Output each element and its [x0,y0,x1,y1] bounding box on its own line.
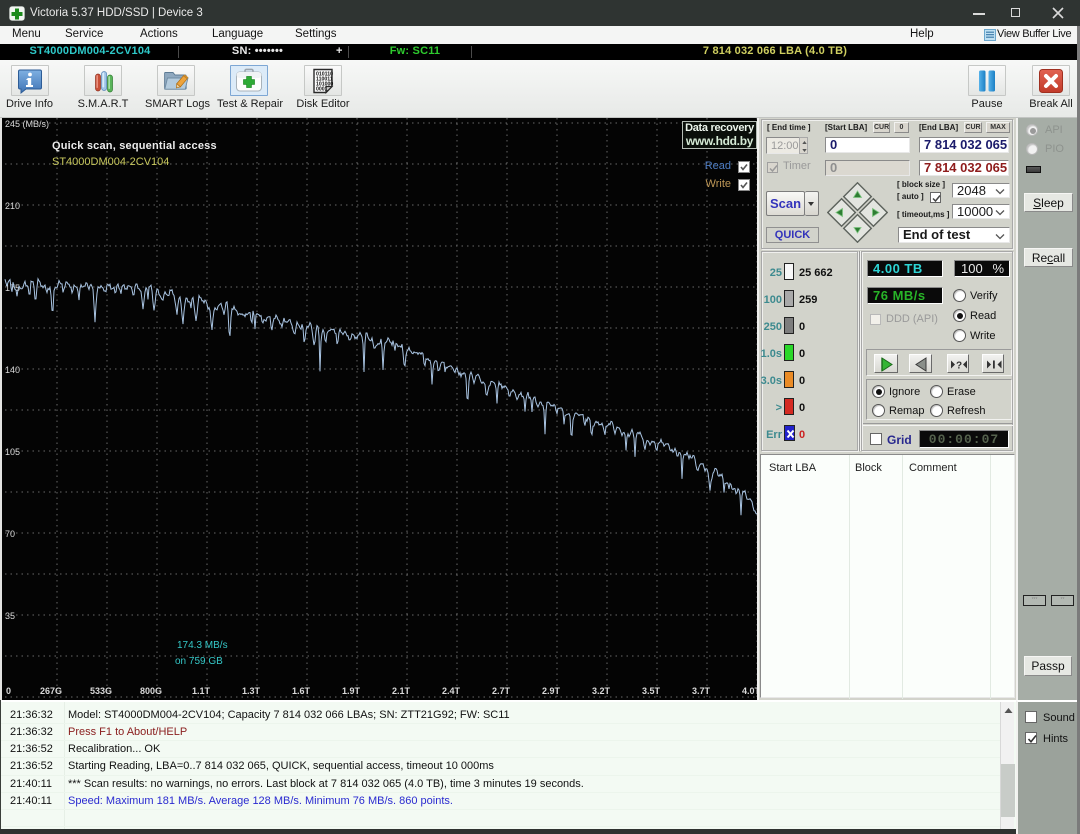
svg-text:0: 0 [6,686,11,696]
svg-text:800G: 800G [140,686,162,696]
svg-text:35: 35 [5,611,15,621]
svg-text:1.6T: 1.6T [292,686,311,696]
svg-text:267G: 267G [40,686,62,696]
svg-text:533G: 533G [90,686,112,696]
svg-text:3.2T: 3.2T [592,686,611,696]
svg-text:245 (MB/s): 245 (MB/s) [5,119,49,129]
svg-text:140: 140 [5,365,20,375]
svg-text:1.1T: 1.1T [192,686,211,696]
svg-text:3.7T: 3.7T [692,686,711,696]
svg-text:2.7T: 2.7T [492,686,511,696]
svg-text:2.1T: 2.1T [392,686,411,696]
svg-text:2.4T: 2.4T [442,686,461,696]
svg-text:105: 105 [5,447,20,457]
svg-text:3.5T: 3.5T [642,686,661,696]
svg-text:?: ? [956,361,962,372]
svg-text:2.9T: 2.9T [542,686,561,696]
svg-text:1.3T: 1.3T [242,686,261,696]
svg-text:1.9T: 1.9T [342,686,361,696]
svg-text:210: 210 [5,201,20,211]
svg-text:70: 70 [5,529,15,539]
svg-text:0001: 0001 [316,86,328,92]
